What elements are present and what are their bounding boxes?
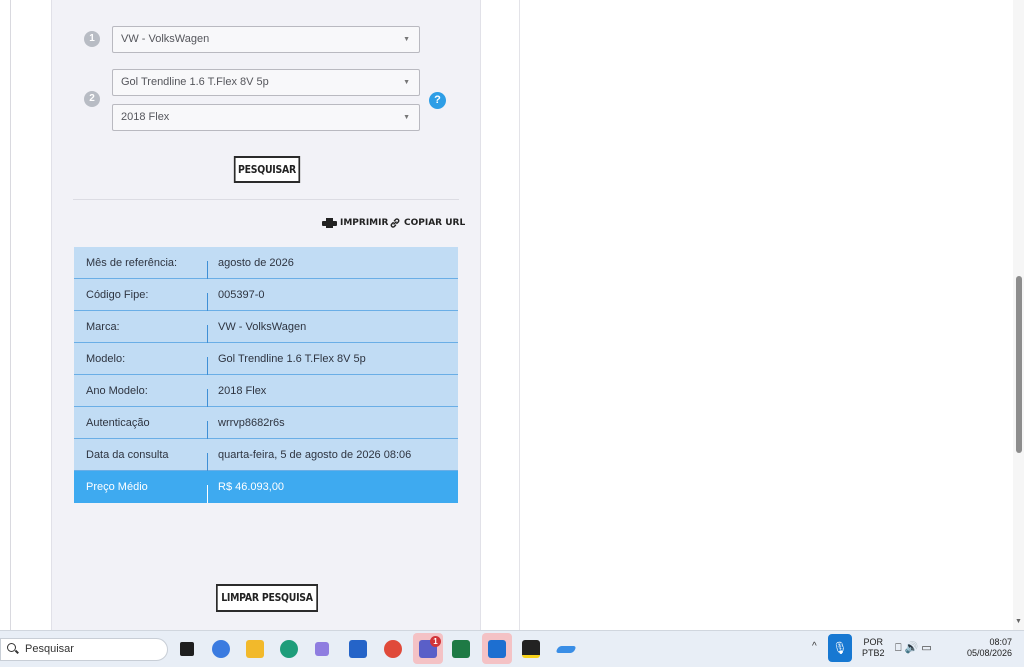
table-row: Data da consulta quarta-feira, 5 de agos… (74, 439, 458, 471)
table-row: Modelo: Gol Trendline 1.6 T.Flex 8V 5p (74, 343, 458, 375)
copy-url-link[interactable]: COPIAR URL (389, 216, 465, 230)
cell-divider (207, 421, 208, 439)
row-label: Marca: (86, 321, 120, 333)
edge-icon[interactable] (280, 640, 298, 658)
content-divider (519, 0, 520, 630)
task-view-icon[interactable] (180, 642, 194, 656)
chevron-up-icon[interactable]: ^ (812, 641, 817, 652)
sticky-notes-icon[interactable] (522, 640, 540, 658)
clear-search-button[interactable]: LIMPAR PESQUISA (216, 584, 318, 612)
table-row: Mês de referência: agosto de 2026 (74, 247, 458, 279)
price-value: R$ 46.093,00 (218, 481, 285, 493)
network-icon[interactable]: ⎕ (895, 642, 905, 654)
row-label: Código Fipe: (86, 289, 149, 301)
price-label: Preço Médio (86, 481, 148, 493)
row-label: Autenticação (86, 417, 150, 429)
cell-divider (207, 293, 208, 311)
teams-notification-badge: 1 (430, 636, 441, 647)
year-select[interactable]: 2018 Flex ▼ (112, 104, 420, 131)
taskbar-search-input[interactable]: Pesquisar (0, 638, 168, 661)
system-tray-icons[interactable]: ⎕🔊▭ (895, 641, 935, 655)
clock-time: 08:07 (989, 637, 1012, 647)
printer-icon (322, 218, 337, 228)
row-value: 2018 Flex (218, 385, 267, 397)
step-2-badge: 2 (84, 91, 100, 107)
taskbar-search-placeholder: Pesquisar (25, 643, 74, 655)
cell-divider (207, 261, 208, 279)
price-row: Preço Médio R$ 46.093,00 (74, 471, 458, 503)
model-select-value: Gol Trendline 1.6 T.Flex 8V 5p (121, 76, 269, 88)
chevron-down-icon: ▼ (403, 114, 410, 121)
search-button[interactable]: PESQUISAR (233, 156, 301, 183)
cell-divider (207, 389, 208, 407)
row-value: agosto de 2026 (218, 257, 294, 269)
brand-select-value: VW - VolksWagen (121, 33, 210, 45)
row-label: Data da consulta (86, 449, 169, 461)
row-label: Ano Modelo: (86, 385, 148, 397)
brand-select[interactable]: VW - VolksWagen ▼ (112, 26, 420, 53)
scroll-down-arrow-icon[interactable]: ▼ (1015, 618, 1022, 625)
keyboard-layout: PTB2 (862, 648, 885, 658)
table-row: Ano Modelo: 2018 Flex (74, 375, 458, 407)
row-value: wrrvp8682r6s (218, 417, 285, 429)
print-link[interactable]: IMPRIMIR (322, 216, 388, 230)
help-icon[interactable]: ? (429, 92, 446, 109)
row-label: Mês de referência: (86, 257, 178, 269)
copy-url-label: COPIAR URL (404, 218, 466, 228)
copilot-icon[interactable] (212, 640, 230, 658)
search-icon (7, 643, 16, 652)
page-scrollbar[interactable]: ▼ (1013, 0, 1024, 630)
table-row: Marca: VW - VolksWagen (74, 311, 458, 343)
microphone-icon[interactable]: 🎙 (828, 634, 852, 662)
chrome-icon[interactable] (384, 640, 402, 658)
model-select[interactable]: Gol Trendline 1.6 T.Flex 8V 5p ▼ (112, 69, 420, 96)
link-icon (390, 218, 400, 228)
row-label: Modelo: (86, 353, 126, 365)
file-explorer-icon[interactable] (246, 640, 264, 658)
taskbar-clock[interactable]: 08:07 05/08/2026 (962, 637, 1012, 659)
language-indicator[interactable]: POR PTB2 (862, 637, 885, 659)
left-gutter (0, 0, 10, 630)
cell-divider (207, 453, 208, 471)
volume-icon[interactable]: 🔊 (905, 642, 922, 654)
fipe-result-table: Mês de referência: agosto de 2026 Código… (74, 247, 458, 503)
table-row: Autenticação wrrvp8682r6s (74, 407, 458, 439)
row-value: quarta-feira, 5 de agosto de 2026 08:06 (218, 449, 412, 461)
print-label: IMPRIMIR (340, 218, 389, 228)
excel-icon[interactable] (452, 640, 470, 658)
outlook-icon[interactable] (488, 640, 506, 658)
step-1-badge: 1 (84, 31, 100, 47)
cell-divider (207, 485, 208, 503)
store-icon[interactable] (349, 640, 367, 658)
row-value: 005397-0 (218, 289, 265, 301)
page-margin (11, 0, 51, 630)
clock-date: 05/08/2026 (966, 648, 1012, 658)
row-value: Gol Trendline 1.6 T.Flex 8V 5p (218, 353, 366, 365)
battery-icon[interactable]: ▭ (921, 642, 934, 654)
browser-viewport: 1 VW - VolksWagen ▼ 2 Gol Trendline 1.6 … (0, 0, 1024, 630)
language-code: POR (863, 637, 884, 647)
cell-divider (207, 325, 208, 343)
scrollbar-thumb[interactable] (1016, 276, 1022, 453)
cell-divider (207, 357, 208, 375)
chevron-down-icon: ▼ (403, 36, 410, 43)
chevron-down-icon: ▼ (403, 79, 410, 86)
table-row: Código Fipe: 005397-0 (74, 279, 458, 311)
power-automate-icon[interactable] (315, 642, 329, 656)
row-value: VW - VolksWagen (218, 321, 307, 333)
year-select-value: 2018 Flex (121, 111, 170, 123)
section-divider (73, 199, 459, 200)
